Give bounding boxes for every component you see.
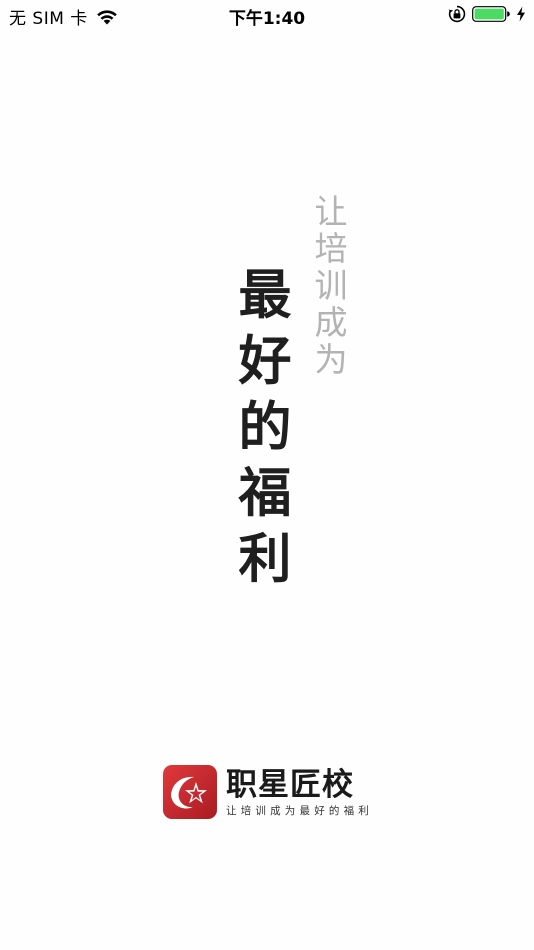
slogan-primary-char: 利 xyxy=(238,528,292,590)
slogan-primary-char: 最 xyxy=(238,264,292,326)
orientation-lock-icon xyxy=(448,5,466,23)
battery-icon xyxy=(472,5,510,23)
slogan-secondary-char: 成 xyxy=(314,303,348,342)
slogan-primary-char: 福 xyxy=(238,462,292,524)
slogan-primary-char: 好 xyxy=(238,330,292,392)
brand-text: 职星匠校 让培训成为最好的福利 xyxy=(226,767,373,818)
slogan-secondary: 让 培 训 成 为 xyxy=(311,193,351,378)
brand-name: 职星匠校 xyxy=(226,766,354,803)
slogan-secondary-char: 培 xyxy=(314,229,348,268)
splash-screen: 无 SIM 卡 下午1:40 让 培 训 成 为 最 好 的 福 利 职星匠校 … xyxy=(0,0,534,950)
slogan-primary-char: 的 xyxy=(238,396,292,458)
star-logo-icon xyxy=(163,765,217,819)
brand: 职星匠校 让培训成为最好的福利 xyxy=(163,764,373,820)
status-bar: 无 SIM 卡 下午1:40 xyxy=(0,0,534,30)
slogan-secondary-char: 为 xyxy=(314,340,348,379)
slogan-secondary-char: 让 xyxy=(314,192,348,231)
brand-tagline: 让培训成为最好的福利 xyxy=(226,804,373,817)
charging-bolt-icon xyxy=(516,6,526,22)
slogan-primary: 最 好 的 福 利 xyxy=(233,262,297,592)
slogan-secondary-char: 训 xyxy=(314,266,348,305)
status-right xyxy=(448,5,526,23)
